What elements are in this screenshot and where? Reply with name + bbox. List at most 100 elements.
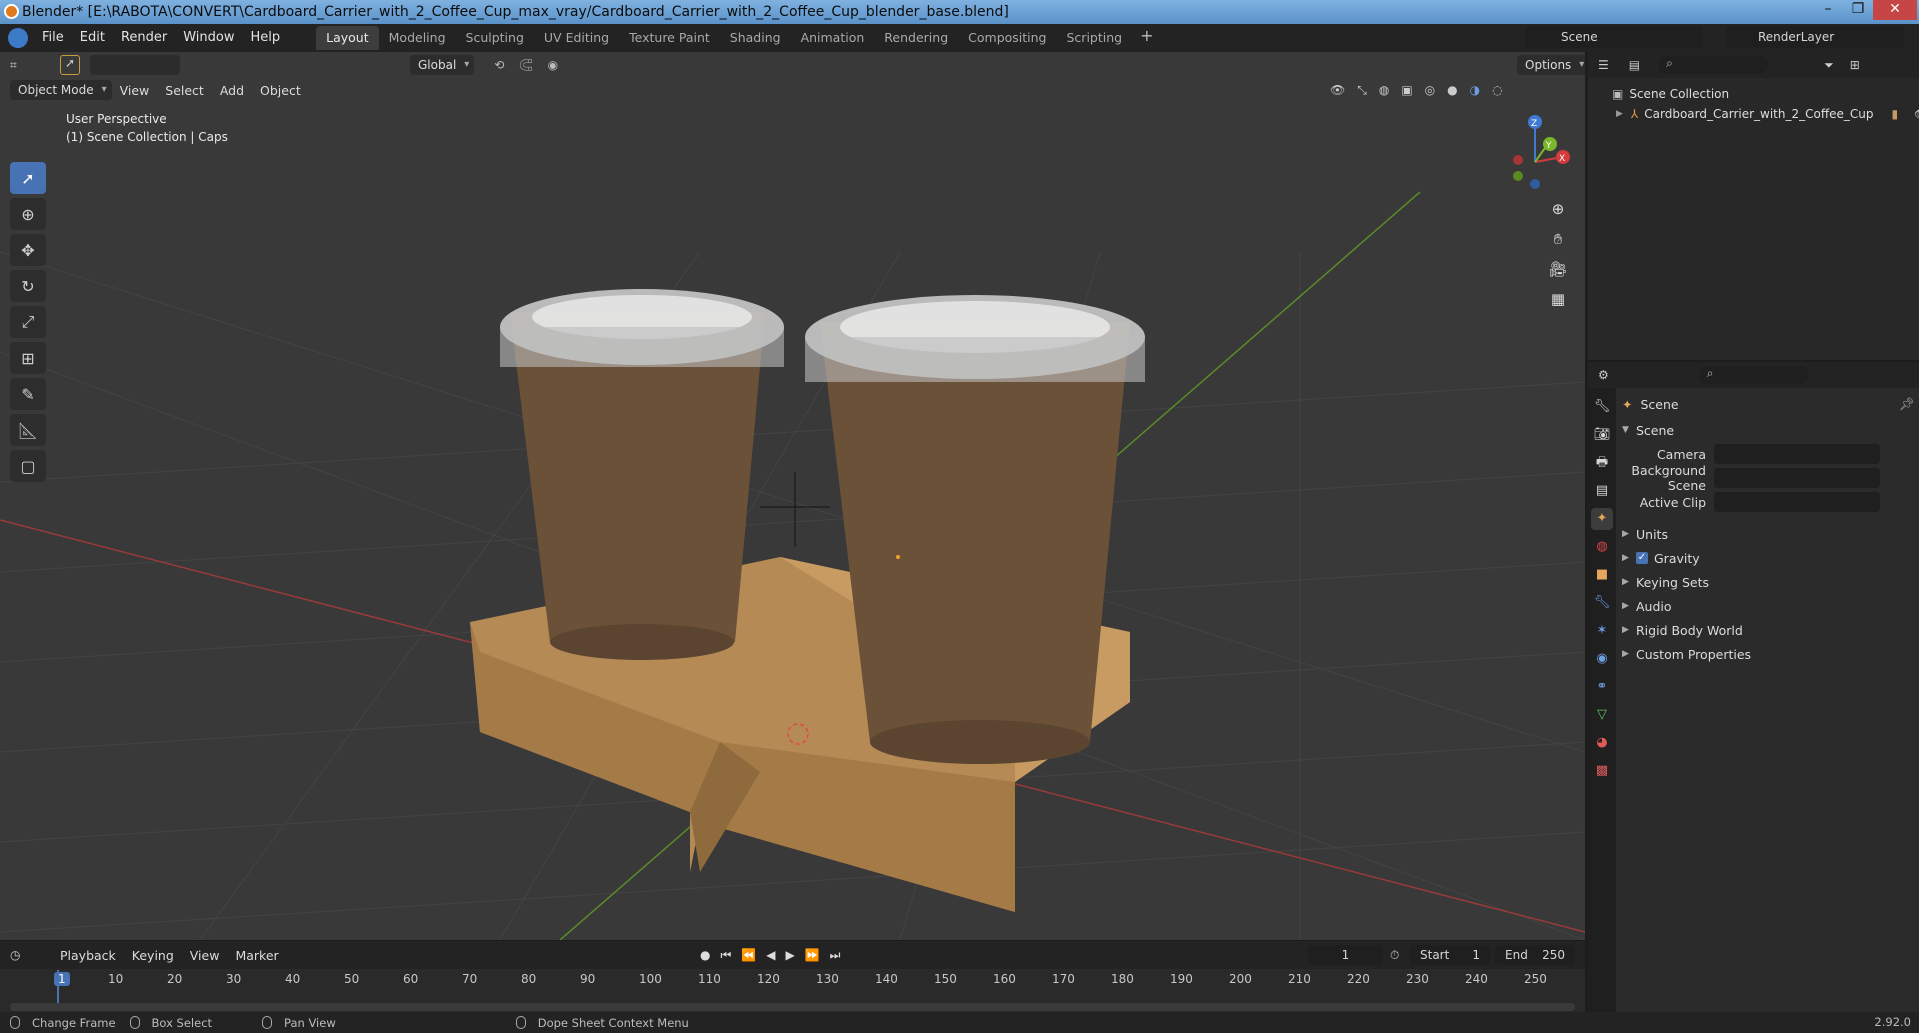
physics-tab-icon[interactable]: ◉	[1591, 648, 1613, 670]
play-reverse-icon[interactable]: ◀	[766, 948, 775, 963]
menu-window[interactable]: Window	[175, 26, 242, 50]
rendered-shading-icon[interactable]: ◌	[1492, 83, 1502, 98]
overlay-toggle-icon[interactable]: ◍	[1379, 83, 1389, 98]
end-frame-field[interactable]: End 250	[1495, 945, 1575, 965]
panel-units[interactable]: ▶ Units	[1622, 522, 1919, 546]
select-tool-icon[interactable]: ➚	[60, 55, 80, 75]
camera-view-icon[interactable]: 🎥︎	[1545, 257, 1571, 281]
timeline-menu-keying[interactable]: Keying	[124, 948, 182, 963]
material-shading-icon[interactable]: ◑	[1470, 83, 1480, 98]
new-collection-icon[interactable]: ⊞	[1850, 58, 1860, 72]
jump-end-icon[interactable]: ⏭	[830, 948, 841, 963]
tab-shading[interactable]: Shading	[720, 26, 791, 50]
pin-icon[interactable]: 📌︎	[1899, 396, 1915, 412]
menu-edit[interactable]: Edit	[72, 26, 113, 50]
add-cube-tool-icon[interactable]: ▢	[10, 450, 46, 482]
timeline-editor[interactable]: ◷ Playback Keying View Marker ● ⏮ ⏪ ◀ ▶ …	[0, 941, 1585, 1021]
move-tool-icon[interactable]: ✥	[10, 234, 46, 266]
tab-sculpting[interactable]: Sculpting	[456, 26, 534, 50]
menu-file[interactable]: File	[34, 26, 72, 50]
scene-selector[interactable]: Scene	[1525, 26, 1703, 48]
minimize-icon[interactable]: –	[1813, 0, 1843, 20]
preview-range-icon[interactable]: ⏱	[1390, 948, 1399, 963]
outliner-scene-collection[interactable]: ▣ Scene Collection	[1588, 84, 1919, 104]
object-tab-icon[interactable]: ■	[1591, 564, 1613, 586]
modifier-tab-icon[interactable]: 🔧︎	[1591, 592, 1613, 614]
filter-icon[interactable]: ⏷	[1824, 58, 1834, 73]
transform-orientation-dropdown[interactable]: Global	[410, 55, 475, 75]
tab-texture-paint[interactable]: Texture Paint	[619, 26, 720, 50]
editor-type-icon[interactable]: ⌗	[10, 58, 32, 73]
wireframe-shading-icon[interactable]: ◎	[1425, 83, 1435, 98]
panel-keying-sets[interactable]: ▶ Keying Sets	[1622, 570, 1919, 594]
3d-viewport[interactable]: Z X Y ⌗ ➚ Global ⟲ 🧲︎ ◉ Options Object M…	[0, 52, 1585, 940]
scene-tab-icon[interactable]: ✦	[1591, 508, 1613, 530]
orthographic-toggle-icon[interactable]: ▦	[1545, 287, 1571, 311]
timeline-menu-marker[interactable]: Marker	[227, 948, 286, 963]
panel-audio[interactable]: ▶ Audio	[1622, 594, 1919, 618]
output-tab-icon[interactable]: 🖶	[1591, 452, 1613, 474]
expand-arrow-icon[interactable]: ▶	[1616, 109, 1623, 119]
texture-tab-icon[interactable]: ▩	[1591, 760, 1613, 782]
outliner-object-row[interactable]: ▶ ⅄ Cardboard_Carrier_with_2_Coffee_Cup …	[1588, 104, 1919, 124]
viewport-menu-select[interactable]: Select	[157, 83, 212, 98]
transform-tool-icon[interactable]: ⊞	[10, 342, 46, 374]
annotate-tool-icon[interactable]: ✎	[10, 378, 46, 410]
tab-modeling[interactable]: Modeling	[379, 26, 456, 50]
visibility-icon[interactable]: 👁︎	[1330, 83, 1345, 98]
record-icon[interactable]: ●	[700, 948, 710, 963]
blender-logo-icon[interactable]	[8, 28, 28, 48]
camera-field[interactable]	[1714, 444, 1880, 464]
gravity-checkbox[interactable]: ✓	[1636, 552, 1648, 564]
constraints-tab-icon[interactable]: ⚭	[1591, 676, 1613, 698]
panel-gravity[interactable]: ▶ ✓ Gravity	[1622, 546, 1919, 570]
tab-layout[interactable]: Layout	[316, 26, 379, 50]
maximize-icon[interactable]: ❐	[1843, 0, 1873, 20]
particles-tab-icon[interactable]: ✶	[1591, 620, 1613, 642]
proportional-editing-icon[interactable]: ◉	[548, 58, 558, 72]
tab-rendering[interactable]: Rendering	[874, 26, 958, 50]
display-mode-icon[interactable]: ▤	[1629, 58, 1640, 72]
view-layer-tab-icon[interactable]: ▤	[1591, 480, 1613, 502]
properties-search-input[interactable]: ⌕	[1698, 366, 1809, 384]
next-keyframe-icon[interactable]: ⏩	[805, 948, 820, 963]
outliner-search-input[interactable]: ⌕	[1658, 56, 1769, 74]
timeline-menu-view[interactable]: View	[182, 948, 228, 963]
select-box-tool-icon[interactable]: ➚	[10, 162, 46, 194]
material-tab-icon[interactable]: ◕	[1591, 732, 1613, 754]
render-layer-selector[interactable]: RenderLayer	[1726, 26, 1904, 48]
pivot-point-icon[interactable]: ⟲	[494, 58, 504, 72]
jump-start-icon[interactable]: ⏮	[720, 948, 731, 963]
zoom-icon[interactable]: ⊕	[1545, 197, 1571, 221]
menu-help[interactable]: Help	[243, 26, 289, 50]
scale-tool-icon[interactable]: ⤢	[10, 306, 46, 338]
timeline-menu-playback[interactable]: Playback	[52, 948, 124, 963]
measure-tool-icon[interactable]: 📐︎	[10, 414, 46, 446]
render-tab-icon[interactable]: 📷︎	[1591, 424, 1613, 446]
mode-dropdown[interactable]: Object Mode	[10, 80, 112, 100]
current-frame-field[interactable]: 1	[1308, 945, 1383, 965]
close-icon[interactable]: ✕	[1873, 0, 1917, 20]
pan-hand-icon[interactable]: ✋︎	[1545, 227, 1571, 251]
rotate-tool-icon[interactable]: ↻	[10, 270, 46, 302]
frame-ruler[interactable]: 1 10 20 30 40 50 60 70 80 90 100 110 120 130 140 150 160…	[0, 970, 1585, 990]
viewport-menu-object[interactable]: Object	[252, 83, 309, 98]
tab-compositing[interactable]: Compositing	[958, 26, 1056, 50]
snap-icon[interactable]: 🧲︎	[518, 58, 533, 72]
active-clip-field[interactable]	[1714, 492, 1880, 512]
background-scene-field[interactable]	[1714, 468, 1880, 488]
menu-render[interactable]: Render	[113, 26, 175, 50]
visibility-eye-icon[interactable]: 👁︎	[1914, 107, 1919, 121]
xray-icon[interactable]: ▣	[1401, 83, 1412, 98]
outliner-editor-type-icon[interactable]: ☰	[1598, 58, 1609, 72]
viewport-menu-add[interactable]: Add	[212, 83, 252, 98]
play-icon[interactable]: ▶	[785, 948, 794, 963]
data-tab-icon[interactable]: ▽	[1591, 704, 1613, 726]
start-frame-field[interactable]: Start 1	[1410, 945, 1490, 965]
gizmo-toggle-icon[interactable]: ⤡	[1357, 83, 1367, 98]
add-workspace-icon[interactable]: +	[1132, 26, 1161, 50]
tab-animation[interactable]: Animation	[791, 26, 875, 50]
panel-custom-properties[interactable]: ▶ Custom Properties	[1622, 642, 1919, 666]
scene-section-header[interactable]: ▼ Scene	[1622, 418, 1919, 442]
options-dropdown[interactable]: Options	[1517, 55, 1585, 75]
